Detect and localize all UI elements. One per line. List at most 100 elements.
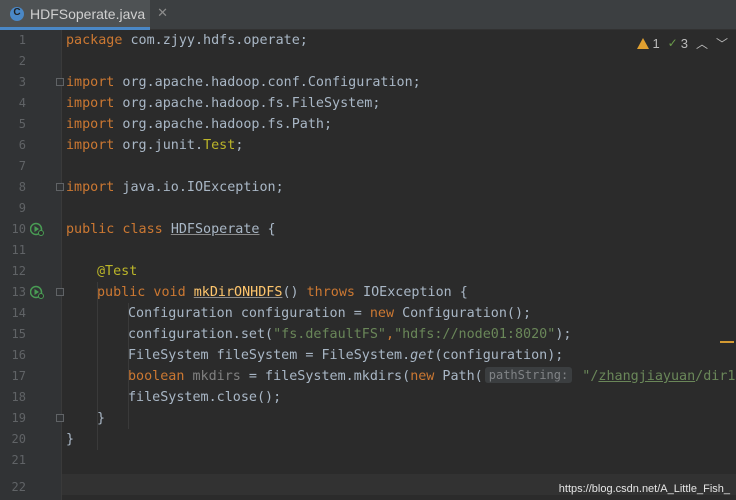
string-literal: zhangjiayuan	[598, 369, 696, 384]
keyword: throws	[306, 285, 355, 300]
gutter-line: 20	[0, 429, 62, 450]
code-line-15[interactable]: configuration.set("fs.defaultFS","hdfs:/…	[128, 324, 571, 345]
code-line-18[interactable]: fileSystem.close();	[128, 387, 281, 408]
gutter-line: 12	[0, 261, 62, 282]
gutter-line: 14	[0, 303, 62, 324]
code-text: );	[555, 327, 572, 342]
warning-icon	[637, 37, 650, 49]
code-text: {	[259, 222, 276, 237]
line-number: 20	[11, 432, 26, 446]
gutter-line: 16	[0, 345, 62, 366]
gutter-line: 13	[0, 282, 64, 303]
code-text: fileSystem.close();	[128, 390, 282, 405]
code-text: configuration.set(	[128, 327, 274, 342]
gutter-line: 11	[0, 240, 62, 261]
line-number: 13	[11, 285, 26, 299]
close-tab-icon[interactable]: ✕	[157, 6, 168, 21]
code-line-13[interactable]: public void mkDirONHDFS() throws IOExcep…	[97, 282, 468, 303]
keyword: new	[410, 369, 435, 384]
code-text: org.apache.hadoop.conf.Configuration;	[114, 75, 421, 90]
code-text: org.apache.hadoop.fs.Path;	[114, 117, 333, 132]
tab-title: HDFSoperate.java	[30, 5, 146, 22]
keyword: package	[66, 33, 123, 48]
warning-scroll-marker[interactable]	[720, 341, 734, 343]
line-number: 8	[18, 180, 26, 194]
line-number: 21	[11, 453, 26, 467]
line-number: 22	[11, 480, 26, 494]
keyword: public void	[97, 285, 194, 300]
run-test-icon[interactable]	[30, 285, 44, 299]
string-literal: "/	[574, 369, 599, 384]
gutter-line: 3	[0, 72, 64, 93]
static-method: get	[410, 348, 435, 363]
line-number: 18	[11, 390, 26, 404]
gutter-line: 22	[0, 477, 62, 498]
gutter-line: 17	[0, 366, 62, 387]
code-text: Path(	[434, 369, 483, 384]
unused-variable: mkdirs	[184, 369, 241, 384]
gutter-line: 15	[0, 324, 62, 345]
previous-highlight-arrow[interactable]: ︿	[696, 35, 708, 52]
line-number: 16	[11, 348, 26, 362]
parameter-hint: pathString:	[484, 367, 573, 383]
line-number: 1	[18, 33, 26, 47]
checks-indicator[interactable]: ✓ 3	[668, 36, 688, 51]
gutter-line: 6	[0, 135, 62, 156]
keyword: boolean	[128, 369, 185, 384]
line-number: 7	[18, 159, 26, 173]
gutter-line: 1	[0, 30, 62, 51]
code-editor[interactable]: package com.zjyy.hdfs.operate; import or…	[62, 30, 736, 500]
code-line-14[interactable]: Configuration configuration = new Config…	[128, 303, 531, 324]
method-name: mkDirONHDFS	[193, 285, 283, 300]
inspection-widget[interactable]: 1 ✓ 3 ︿ ﹀	[637, 34, 728, 52]
gutter-line: 7	[0, 156, 62, 177]
gutter-line: 21	[0, 450, 62, 471]
tab-hdfsoperate-java[interactable]: HDFSoperate.java ✕	[0, 0, 168, 30]
code-text: ()	[282, 285, 307, 300]
line-number: 17	[11, 369, 26, 383]
code-text: Configuration configuration =	[128, 306, 370, 321]
line-number: 9	[18, 201, 26, 215]
code-text: }	[97, 411, 106, 426]
next-highlight-arrow[interactable]: ﹀	[716, 35, 728, 52]
class-name: HDFSoperate	[170, 222, 260, 237]
line-number: 15	[11, 327, 26, 341]
line-number-gutter: 1 2 3 4 5 6 7 8 9 10 11 12 13 14 15 16 1…	[0, 30, 64, 500]
code-text: }	[66, 432, 75, 447]
code-text: Configuration();	[394, 306, 532, 321]
run-class-icon[interactable]	[30, 222, 44, 236]
code-text: IOException {	[355, 285, 468, 300]
code-text: com.zjyy.hdfs.operate;	[122, 33, 308, 48]
string-literal: /dir1"	[695, 369, 736, 384]
line-number: 2	[18, 54, 26, 68]
code-text: (configuration);	[434, 348, 564, 363]
gutter-line: 18	[0, 387, 62, 408]
code-line-12[interactable]: @Test	[97, 261, 137, 282]
keyword: new	[369, 306, 395, 321]
code-line-1[interactable]: package com.zjyy.hdfs.operate;	[66, 30, 308, 51]
code-line-19[interactable]: }	[97, 408, 105, 429]
keyword: import	[66, 180, 115, 195]
code-line-17[interactable]: boolean mkdirs = fileSystem.mkdirs(new P…	[128, 366, 736, 387]
line-number: 10	[11, 222, 26, 236]
gutter-line: 8	[0, 177, 64, 198]
code-line-16[interactable]: FileSystem fileSystem = FileSystem.get(c…	[128, 345, 563, 366]
code-line-5[interactable]: import org.apache.hadoop.fs.Path;	[66, 114, 332, 135]
line-number: 4	[18, 96, 26, 110]
code-line-4[interactable]: import org.apache.hadoop.fs.FileSystem;	[66, 93, 380, 114]
code-line-10[interactable]: public class HDFSoperate {	[66, 219, 276, 240]
string-literal: "fs.defaultFS"	[273, 327, 386, 342]
line-number: 5	[18, 117, 26, 131]
line-number: 12	[11, 264, 26, 278]
code-line-20[interactable]: }	[66, 429, 74, 450]
code-text: FileSystem fileSystem = FileSystem.	[128, 348, 411, 363]
code-text: ;	[235, 138, 244, 153]
code-line-3[interactable]: import org.apache.hadoop.conf.Configurat…	[66, 72, 421, 93]
code-line-8[interactable]: import java.io.IOException;	[66, 177, 284, 198]
code-line-6[interactable]: import org.junit.Test;	[66, 135, 243, 156]
annotation: @Test	[97, 264, 138, 279]
warnings-indicator[interactable]: 1	[637, 36, 660, 51]
string-literal: "hdfs://node01:8020"	[394, 327, 556, 342]
gutter-line: 10	[0, 219, 62, 240]
code-text: ,	[386, 327, 395, 342]
